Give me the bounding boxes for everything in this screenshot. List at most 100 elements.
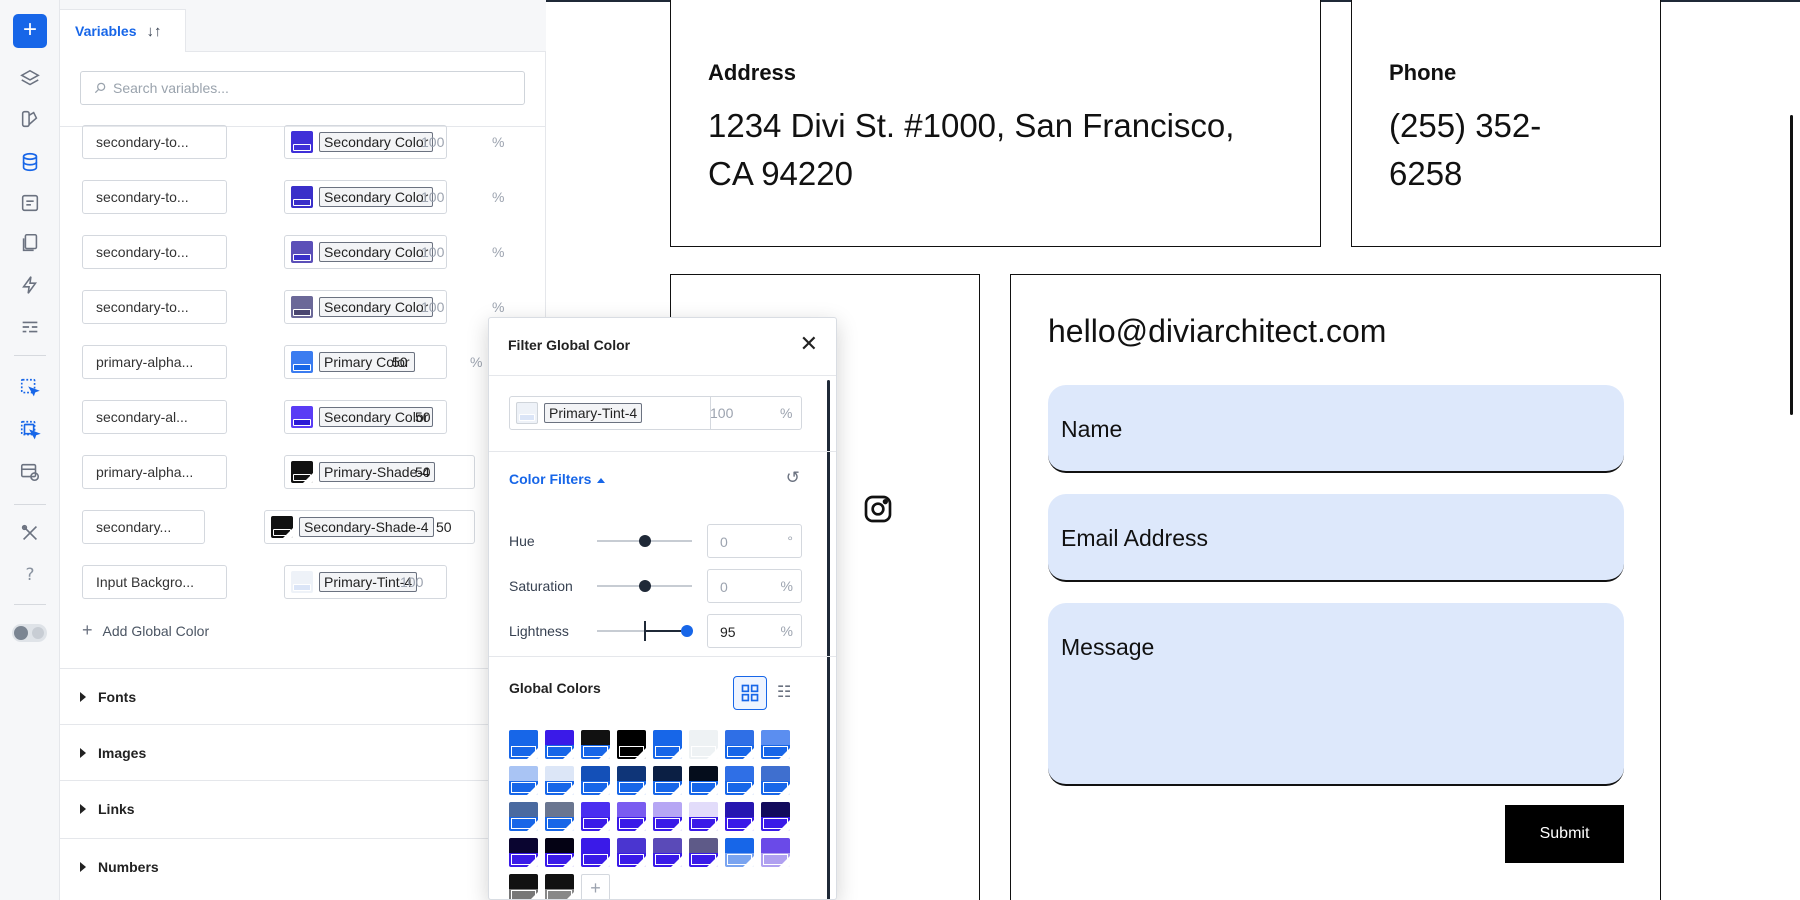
- instagram-icon[interactable]: [862, 493, 894, 525]
- global-color-swatch[interactable]: [545, 730, 574, 759]
- global-color-swatch[interactable]: [509, 730, 538, 759]
- global-color-swatch[interactable]: [581, 730, 610, 759]
- layers-icon[interactable]: [15, 64, 45, 94]
- layout-icon[interactable]: [15, 312, 45, 342]
- select-icon[interactable]: [15, 373, 45, 403]
- global-color-swatch[interactable]: [509, 766, 538, 795]
- variable-name-field[interactable]: Input Backgro...: [82, 565, 227, 599]
- global-color-swatch[interactable]: [653, 838, 682, 867]
- email-field[interactable]: Email Address: [1048, 494, 1624, 582]
- global-color-swatch[interactable]: [725, 802, 754, 831]
- add-global-color-button[interactable]: + Add Global Color: [82, 620, 209, 641]
- filter-slider-knob[interactable]: [681, 625, 693, 637]
- global-color-swatch[interactable]: [725, 838, 754, 867]
- global-color-swatch[interactable]: [509, 874, 538, 899]
- section-images[interactable]: Images: [60, 724, 546, 780]
- section-numbers[interactable]: Numbers: [60, 838, 546, 894]
- close-icon[interactable]: ✕: [800, 332, 818, 357]
- global-color-swatch[interactable]: [509, 838, 538, 867]
- grid-view-button[interactable]: [733, 676, 767, 710]
- search-input[interactable]: [113, 80, 513, 96]
- global-color-swatch[interactable]: [581, 838, 610, 867]
- global-color-swatch[interactable]: [725, 766, 754, 795]
- variable-name-field[interactable]: primary-alpha...: [82, 455, 227, 489]
- filter-value-field[interactable]: 0 °: [707, 524, 802, 558]
- multi-select-icon[interactable]: [15, 415, 45, 445]
- global-color-swatch[interactable]: [545, 802, 574, 831]
- popup-scrollbar[interactable]: [827, 380, 830, 899]
- variable-opacity-field[interactable]: 50: [415, 400, 431, 434]
- name-field[interactable]: Name: [1048, 385, 1624, 473]
- email-address[interactable]: hello@diviarchitect.com: [1048, 313, 1386, 350]
- global-color-swatch[interactable]: [689, 766, 718, 795]
- variable-color-field[interactable]: Primary Color: [284, 345, 447, 379]
- global-color-swatch[interactable]: [545, 838, 574, 867]
- page-scrollbar[interactable]: [1790, 115, 1793, 415]
- add-button[interactable]: +: [13, 14, 47, 48]
- filter-value-field[interactable]: 95%: [707, 614, 802, 648]
- global-color-swatch[interactable]: [617, 766, 646, 795]
- global-color-swatch[interactable]: [545, 874, 574, 899]
- global-color-swatch[interactable]: [653, 730, 682, 759]
- help-icon[interactable]: ?: [15, 560, 45, 590]
- selected-color-field[interactable]: Primary-Tint-4 100 %: [509, 396, 802, 430]
- global-color-swatch[interactable]: [653, 802, 682, 831]
- add-swatch-button[interactable]: +: [581, 874, 610, 899]
- variable-opacity-field[interactable]: 100%: [421, 235, 504, 269]
- pages-icon[interactable]: [15, 228, 45, 258]
- global-color-swatch[interactable]: [689, 730, 718, 759]
- global-color-swatch[interactable]: [617, 730, 646, 759]
- variable-opacity-field[interactable]: 50: [415, 455, 431, 489]
- selected-opacity[interactable]: 100: [710, 405, 733, 421]
- variable-name-field[interactable]: secondary-to...: [82, 125, 227, 159]
- variable-opacity-field[interactable]: 50%: [392, 345, 482, 379]
- palette-icon[interactable]: [15, 104, 45, 134]
- global-color-swatch[interactable]: [509, 802, 538, 831]
- variable-color-field[interactable]: Primary-Shade-4: [284, 455, 475, 489]
- sort-icon[interactable]: ↓↑: [147, 23, 162, 40]
- variable-opacity-field[interactable]: 100%: [421, 125, 504, 159]
- variable-name-field[interactable]: secondary-al...: [82, 400, 227, 434]
- global-color-swatch[interactable]: [725, 730, 754, 759]
- tools-icon[interactable]: [15, 518, 45, 548]
- filter-slider-knob[interactable]: [639, 535, 651, 547]
- global-color-swatch[interactable]: [653, 766, 682, 795]
- global-color-swatch[interactable]: [581, 766, 610, 795]
- search-box[interactable]: [80, 71, 525, 105]
- global-color-swatch[interactable]: [545, 766, 574, 795]
- forms-icon[interactable]: [15, 188, 45, 218]
- section-fonts[interactable]: Fonts: [60, 668, 546, 724]
- global-color-swatch[interactable]: [761, 730, 790, 759]
- global-color-swatch[interactable]: [761, 802, 790, 831]
- list-view-icon[interactable]: ☷: [777, 682, 791, 701]
- global-color-swatch[interactable]: [617, 838, 646, 867]
- variable-opacity-field[interactable]: 100%: [421, 290, 504, 324]
- filter-slider-knob[interactable]: [639, 580, 651, 592]
- global-color-swatch[interactable]: [689, 838, 718, 867]
- variable-opacity-field[interactable]: 100: [400, 565, 423, 599]
- global-color-swatch[interactable]: [689, 802, 718, 831]
- global-color-swatch[interactable]: [617, 802, 646, 831]
- message-field[interactable]: Message: [1048, 603, 1624, 786]
- global-color-swatch[interactable]: [761, 766, 790, 795]
- filter-value-field[interactable]: 0%: [707, 569, 802, 603]
- global-color-swatch[interactable]: [581, 802, 610, 831]
- section-links[interactable]: Links: [60, 780, 546, 836]
- variable-opacity-field[interactable]: 100%: [421, 180, 504, 214]
- variable-name-field[interactable]: secondary-to...: [82, 290, 227, 324]
- variable-name-field[interactable]: secondary...: [82, 510, 205, 544]
- global-color-swatch[interactable]: [761, 838, 790, 867]
- preview-icon[interactable]: [15, 457, 45, 487]
- variable-name-field[interactable]: secondary-to...: [82, 180, 227, 214]
- theme-toggle-icon[interactable]: [12, 624, 47, 642]
- tab-variables[interactable]: Variables ↓↑: [60, 9, 186, 52]
- variable-name-field[interactable]: primary-alpha...: [82, 345, 227, 379]
- submit-button[interactable]: Submit: [1505, 805, 1624, 863]
- lightning-icon[interactable]: [15, 270, 45, 300]
- color-filters-toggle[interactable]: Color Filters: [509, 471, 606, 487]
- variable-name-field[interactable]: secondary-to...: [82, 235, 227, 269]
- reset-icon[interactable]: ↺: [786, 468, 800, 488]
- swatch-corner: [635, 784, 646, 795]
- database-icon[interactable]: [15, 147, 45, 177]
- variable-opacity-field[interactable]: 50: [436, 510, 452, 544]
